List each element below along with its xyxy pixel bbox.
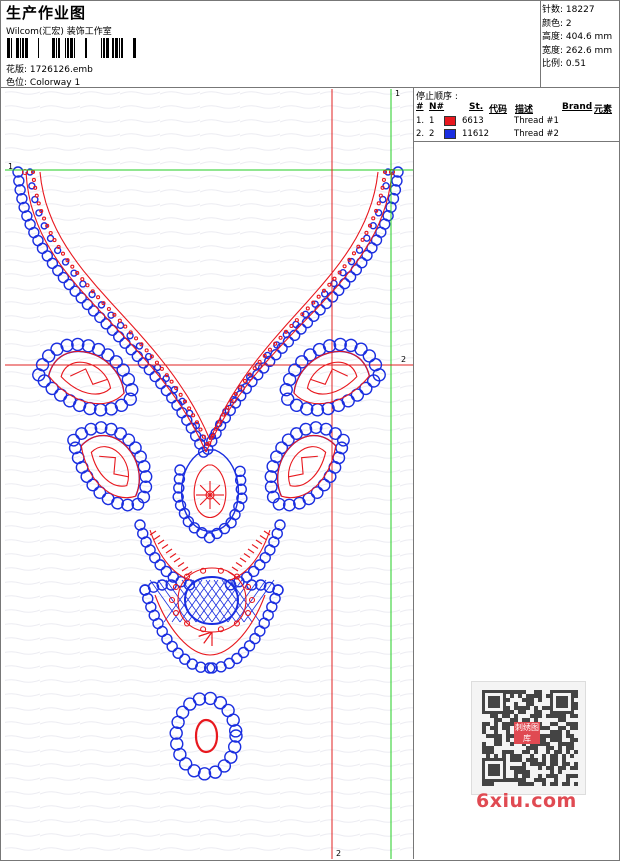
guide-label-v1: 1 (395, 89, 401, 98)
thread-color-swatch (444, 129, 456, 139)
guide-label-h1: 1 (8, 162, 14, 171)
row-desc: Thread #1 (514, 116, 559, 126)
stats-divider (540, 1, 541, 87)
width-value: 262.6 mm (565, 45, 613, 56)
row-desc: Thread #2 (514, 129, 559, 139)
col-header-code: 代码 (489, 105, 508, 115)
row-code: 6613 (462, 116, 484, 126)
stitches-value: 18227 (565, 5, 595, 15)
col-header-st: St. (469, 102, 484, 112)
header-divider (1, 87, 619, 88)
colors-value: 2 (565, 18, 572, 29)
design-stats: 针数: 18227 颜色: 2 高度: 404.6 mm 宽度: 262.6 m… (542, 4, 612, 72)
row-num: 1. (416, 116, 425, 126)
barcode (7, 38, 136, 58)
company-name: Wilcom(汇宏) 装饰工作室 (6, 27, 112, 37)
height-value: 404.6 mm (565, 32, 613, 42)
row-needle: 1 (429, 116, 435, 126)
design-file-name: 1726126.emb (29, 65, 93, 75)
scale-value: 0.51 (565, 59, 586, 69)
design-file-row: 花版: 1726126.emb (6, 62, 93, 75)
stop-sequence-title: 停止顺序 : (416, 92, 458, 102)
scale-label: 比例: (542, 59, 564, 69)
watermark-text: 6xiu.com (476, 790, 577, 812)
design-canvas (5, 89, 413, 859)
thread-color-swatch (444, 116, 456, 126)
height-label: 高度: (542, 32, 564, 42)
row-num: 2. (416, 129, 425, 139)
guide-label-h2: 2 (401, 355, 407, 364)
col-header-element: 元素 (594, 105, 613, 115)
stitches-label: 针数: (542, 5, 564, 15)
row-needle: 2 (429, 129, 435, 139)
table-divider (413, 141, 619, 142)
row-code: 11612 (462, 129, 490, 139)
col-header-num: # (416, 102, 424, 112)
col-header-brand: Brand (562, 102, 593, 112)
col-header-n: N# (429, 102, 445, 112)
colors-label: 颜色: (542, 18, 564, 29)
page-title: 生产作业图 (6, 4, 87, 22)
width-label: 宽度: (542, 45, 564, 56)
embroidery-design-artwork (5, 89, 413, 859)
col-header-desc: 描述 (515, 105, 534, 115)
canvas-divider (413, 87, 414, 859)
guide-label-v2: 2 (336, 849, 342, 858)
watermark-stamp: 刺绣图库 (514, 722, 540, 744)
design-label: 花版: (6, 65, 28, 75)
